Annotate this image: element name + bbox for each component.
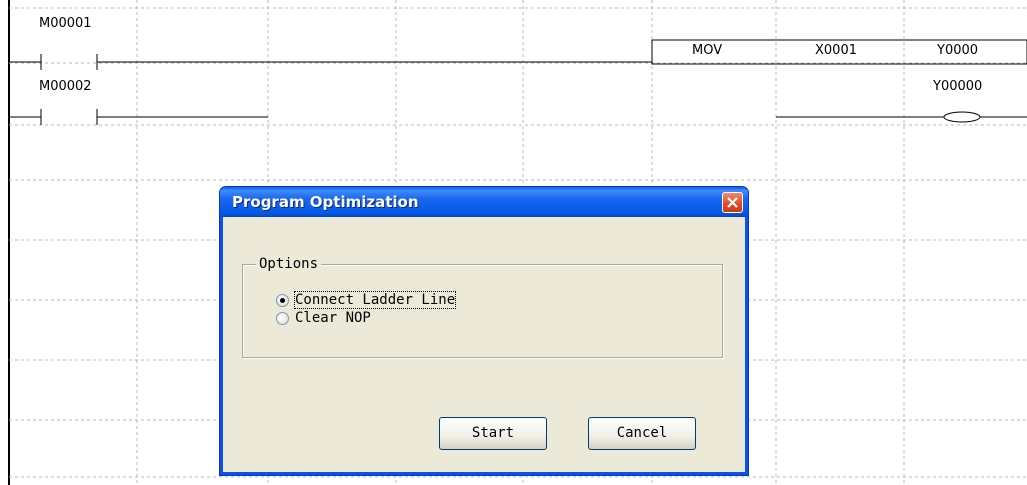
rung-2: [9, 109, 1027, 125]
option-connect-ladder-line-label[interactable]: Connect Ladder Line: [293, 291, 457, 309]
cancel-button[interactable]: Cancel: [588, 417, 696, 450]
rung2-contact-label: M00002: [39, 79, 92, 94]
rung-1: [9, 39, 1027, 70]
rung1-contact-label: M00001: [39, 16, 92, 31]
program-optimization-dialog: Program Optimization Options Connect Lad…: [219, 186, 749, 476]
radio-unselected-icon[interactable]: [276, 312, 289, 325]
close-icon: [727, 197, 738, 208]
close-button[interactable]: [722, 192, 743, 213]
instruction-mov: MOV: [692, 43, 723, 58]
option-clear-nop-label[interactable]: Clear NOP: [295, 310, 371, 326]
radio-selected-icon[interactable]: [276, 294, 289, 307]
options-group-label: Options: [256, 256, 322, 272]
coil-icon: [943, 111, 981, 123]
coil-label: Y00000: [933, 79, 983, 94]
options-group: Options Connect Ladder Line Clear NOP: [242, 256, 723, 358]
instruction-source: X0001: [815, 43, 857, 58]
instruction-dest: Y0000: [937, 43, 979, 58]
dialog-title-bar[interactable]: Program Optimization: [220, 187, 748, 217]
start-button[interactable]: Start: [439, 417, 547, 450]
dialog-body: Options Connect Ladder Line Clear NOP St…: [223, 217, 745, 472]
dialog-title: Program Optimization: [232, 193, 419, 211]
